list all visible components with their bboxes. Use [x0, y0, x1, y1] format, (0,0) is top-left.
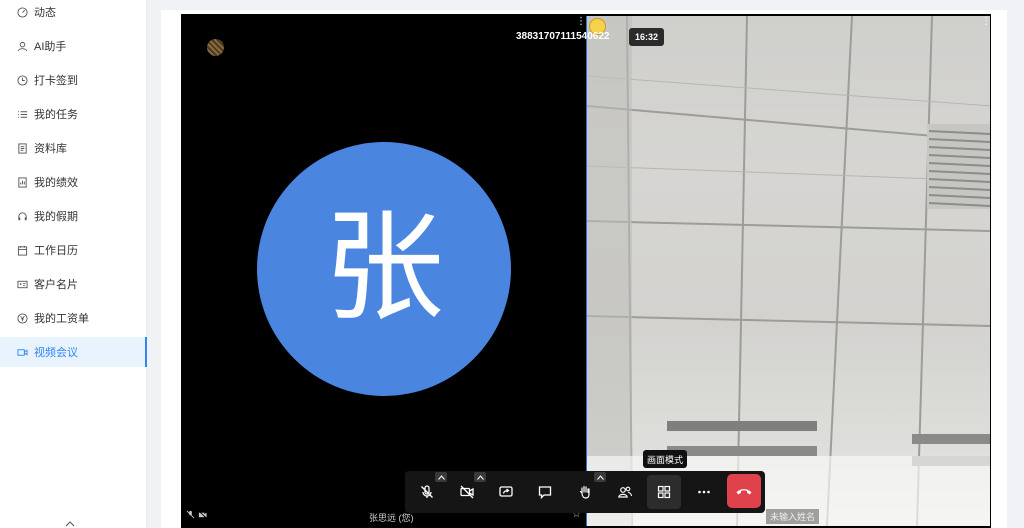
- share-screen-icon: [499, 486, 513, 497]
- reactions-options-button[interactable]: [594, 472, 606, 482]
- sidebar-item-label: 工作日历: [34, 245, 78, 257]
- sidebar-item-label: 我的假期: [34, 211, 78, 223]
- sidebar-item-library[interactable]: 资料库: [0, 133, 147, 163]
- layout-tooltip: 画面模式: [643, 450, 687, 468]
- sidebar-item-feed[interactable]: 动态: [0, 0, 147, 27]
- calendar-icon: [16, 244, 28, 256]
- chat-icon: [538, 486, 552, 500]
- list-icon: [16, 108, 28, 120]
- sidebar-item-leave[interactable]: 我的假期: [0, 201, 147, 231]
- sidebar-item-label: 打卡签到: [34, 75, 78, 87]
- local-participant-name: 张思远 (您): [369, 513, 414, 523]
- sidebar-item-label: 客户名片: [34, 279, 78, 291]
- participants-icon: [618, 486, 633, 498]
- meeting-timer: 16:32: [629, 28, 664, 46]
- avatar-initial: 张: [324, 199, 444, 338]
- camera-off-icon: [460, 485, 474, 499]
- sidebar-item-label: 我的工资单: [34, 313, 89, 325]
- sidebar-item-label: 我的绩效: [34, 177, 78, 189]
- video-options-button[interactable]: [474, 472, 486, 482]
- local-status-icons: [186, 510, 207, 519]
- chevron-up-icon: [476, 474, 484, 480]
- collapse-icon[interactable]: [64, 518, 76, 528]
- raise-hand-icon: [579, 485, 590, 499]
- avatar: 张: [257, 142, 511, 396]
- video-icon: [16, 346, 28, 358]
- share-screen-button[interactable]: [489, 475, 523, 509]
- sidebar-item-label: 资料库: [34, 143, 67, 155]
- hangup-button[interactable]: [727, 474, 761, 508]
- sidebar-item-performance[interactable]: 我的绩效: [0, 167, 147, 197]
- report-icon: [16, 176, 28, 188]
- clock-icon: [16, 74, 28, 86]
- headphones-icon: [16, 210, 28, 222]
- audio-options-button[interactable]: [435, 472, 447, 482]
- chevron-up-icon: [437, 474, 445, 480]
- chevron-up-icon: [596, 474, 604, 480]
- sidebar-item-label: 动态: [34, 7, 56, 19]
- card-icon: [16, 278, 28, 290]
- sidebar-item-contacts[interactable]: 客户名片: [0, 269, 147, 299]
- hangup-icon: [736, 489, 752, 495]
- sidebar-item-ai-assistant[interactable]: AI助手: [0, 31, 147, 61]
- sidebar-item-payslip[interactable]: 我的工资单: [0, 303, 147, 333]
- sidebar-item-label: 我的任务: [34, 109, 78, 121]
- layout-button[interactable]: [647, 475, 681, 509]
- user-icon: [16, 40, 28, 52]
- sidebar-item-label: AI助手: [34, 41, 67, 53]
- remote-participant-name: 未输入姓名: [766, 509, 820, 524]
- sidebar: 动态 AI助手 打卡签到 我的任务 资料库 我的绩效 我的假期 工作日历 客户名…: [0, 0, 147, 528]
- sidebar-item-tasks[interactable]: 我的任务: [0, 99, 147, 129]
- participant-avatar-icon: [207, 39, 224, 56]
- sidebar-item-calendar[interactable]: 工作日历: [0, 235, 147, 265]
- meeting-id: 38831707111540622: [516, 31, 610, 42]
- more-button[interactable]: [687, 475, 721, 509]
- mic-muted-icon: [421, 485, 433, 498]
- mic-muted-icon: [186, 510, 195, 519]
- chat-button[interactable]: [528, 475, 562, 509]
- participants-button[interactable]: [608, 475, 642, 509]
- document-icon: [16, 142, 28, 154]
- more-icon: [698, 490, 710, 494]
- tile-more-icon[interactable]: ⋮: [981, 17, 991, 32]
- sidebar-item-label: 视频会议: [34, 347, 78, 359]
- sidebar-item-checkin[interactable]: 打卡签到: [0, 65, 147, 95]
- yen-icon: [16, 312, 28, 324]
- dashboard-icon: [16, 6, 28, 18]
- camera-off-icon: [198, 510, 207, 519]
- tile-more-icon[interactable]: ⋮: [576, 17, 586, 32]
- layout-grid-icon: [657, 485, 671, 499]
- sidebar-item-video-meeting[interactable]: 视频会议: [0, 337, 147, 367]
